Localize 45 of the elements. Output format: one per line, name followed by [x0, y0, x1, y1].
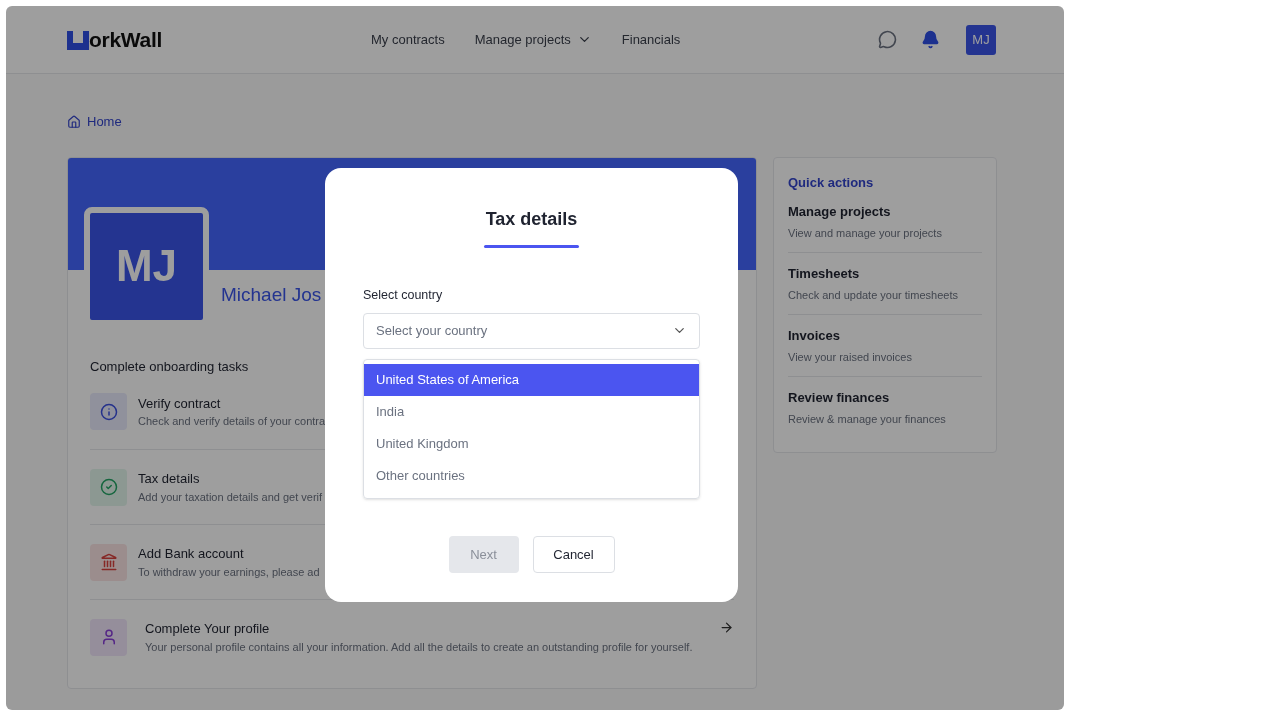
home-icon: [67, 114, 81, 129]
task-title: Add Bank account: [138, 545, 244, 563]
logo-icon: [67, 31, 89, 50]
task-description: Your personal profile contains all your information. Add all the details to create an outstanding profile for yourself.: [145, 639, 693, 655]
logo-text: orkWall: [89, 29, 162, 50]
quick-action-description: View your raised invoices: [788, 349, 913, 365]
dropdown-option[interactable]: India: [364, 395, 699, 428]
quick-action-description: Check and update your timesheets: [788, 287, 959, 303]
profile-name: Michael Jos: [221, 283, 322, 307]
quick-action-item[interactable]: Review finances Review & manage your finances: [788, 376, 982, 438]
notification-icon[interactable]: [921, 30, 940, 49]
info-icon: [90, 393, 127, 430]
cancel-button[interactable]: Cancel: [532, 535, 615, 573]
task-description: Check and verify details of your contra: [138, 414, 326, 429]
field-label: Select country: [363, 287, 444, 304]
quick-action-item[interactable]: Invoices View your raised invoices: [788, 314, 982, 376]
dialog-title: Tax details: [484, 208, 579, 231]
breadcrumb-home-link[interactable]: Home: [67, 112, 122, 132]
task-description: Add your taxation details and get verif: [138, 489, 323, 505]
dropdown-option[interactable]: United Kingdom: [364, 427, 699, 460]
dropdown-option[interactable]: United States of America: [364, 363, 699, 396]
user-icon: [90, 618, 127, 656]
card-title: Quick actions: [788, 173, 875, 192]
quick-action-item[interactable]: Timesheets Check and update your timesheets: [788, 252, 982, 314]
task-description: To withdraw your earnings, please ad: [138, 564, 320, 580]
quick-action-title: Invoices: [788, 327, 842, 345]
quick-action-title: Timesheets: [788, 265, 861, 283]
task-title: Verify contract: [138, 394, 221, 413]
quick-action-description: View and manage your projects: [788, 225, 943, 241]
section-title: Complete onboarding tasks: [89, 357, 250, 376]
avatar[interactable]: MJ: [966, 24, 996, 55]
arrow-right-icon[interactable]: [719, 619, 734, 635]
country-select[interactable]: Select your country: [363, 312, 700, 349]
nav-link[interactable]: Financials: [621, 29, 681, 50]
task-title: Tax details: [138, 470, 200, 488]
bank-icon: [90, 543, 127, 581]
quick-action-item[interactable]: Manage projects View and manage your projects: [788, 192, 982, 252]
task-title: Complete Your profile: [145, 620, 270, 638]
nav-link[interactable]: Manage projects: [474, 29, 592, 50]
dropdown-option[interactable]: Other countries: [364, 459, 699, 492]
quick-action-title: Manage projects: [788, 203, 892, 221]
chat-icon[interactable]: [878, 30, 897, 49]
nav-link[interactable]: My contracts: [371, 29, 445, 50]
quick-action-description: Review & manage your finances: [788, 411, 947, 427]
quick-action-title: Review finances: [788, 389, 891, 407]
